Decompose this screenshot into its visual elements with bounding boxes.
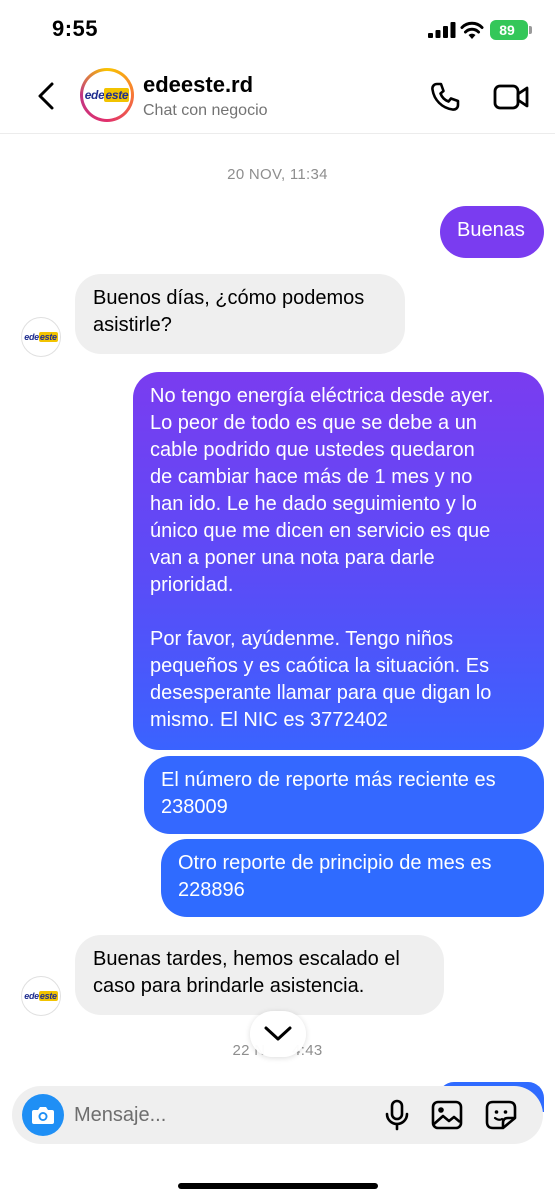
chevron-down-icon	[264, 1026, 292, 1041]
microphone-icon[interactable]	[382, 1099, 412, 1131]
message-text: Buenos días, ¿cómo podemos asistirle?	[93, 287, 365, 336]
incoming-message[interactable]: Buenos días, ¿cómo podemos asistirle?	[75, 274, 405, 354]
phone-icon[interactable]	[428, 80, 462, 114]
message-input[interactable]	[74, 1086, 374, 1144]
battery-indicator: 89	[490, 20, 532, 40]
message-text: Otro reporte de principio de mes es 2288…	[178, 852, 492, 901]
date-separator: 20 NOV, 11:34	[227, 166, 328, 183]
sticker-icon[interactable]	[484, 1099, 518, 1131]
video-camera-icon[interactable]	[492, 80, 530, 114]
contact-name[interactable]: edeeste.rd	[143, 72, 253, 98]
wifi-icon	[460, 21, 484, 39]
outgoing-message[interactable]: El número de reporte más reciente es 238…	[144, 756, 544, 834]
edeeste-logo: edeeste	[84, 88, 130, 102]
home-indicator	[178, 1183, 378, 1189]
scroll-to-bottom-button[interactable]	[250, 1011, 306, 1057]
message-text: No tengo energía eléctrica desde ayer. L…	[150, 385, 494, 731]
outgoing-message[interactable]: Buenas	[440, 206, 544, 258]
chat-header: edeeste edeeste.rd Chat con negocio	[0, 60, 555, 134]
status-bar: 9:55 89	[0, 0, 555, 60]
edeeste-logo: edeeste	[24, 332, 58, 342]
contact-subtitle: Chat con negocio	[143, 102, 268, 119]
message-text: Buenas tardes, hemos escalado el caso pa…	[93, 948, 400, 997]
edeeste-logo: edeeste	[24, 991, 58, 1001]
message-composer	[12, 1086, 543, 1144]
battery-level: 89	[499, 22, 515, 38]
incoming-message[interactable]: Buenas tardes, hemos escalado el caso pa…	[75, 935, 444, 1015]
signal-icon	[428, 22, 456, 38]
sender-avatar: edeeste	[21, 976, 61, 1016]
contact-avatar[interactable]: edeeste	[80, 68, 134, 122]
camera-button[interactable]	[22, 1094, 64, 1136]
outgoing-message[interactable]: Otro reporte de principio de mes es 2288…	[161, 839, 544, 917]
message-text: El número de reporte más reciente es 238…	[161, 769, 496, 818]
sender-avatar: edeeste	[21, 317, 61, 357]
camera-icon	[32, 1107, 54, 1124]
chevron-left-icon[interactable]	[30, 78, 66, 114]
outgoing-message[interactable]: No tengo energía eléctrica desde ayer. L…	[133, 372, 544, 750]
image-icon[interactable]	[430, 1099, 464, 1131]
message-text: Buenas	[457, 219, 525, 241]
status-time: 9:55	[52, 16, 99, 41]
